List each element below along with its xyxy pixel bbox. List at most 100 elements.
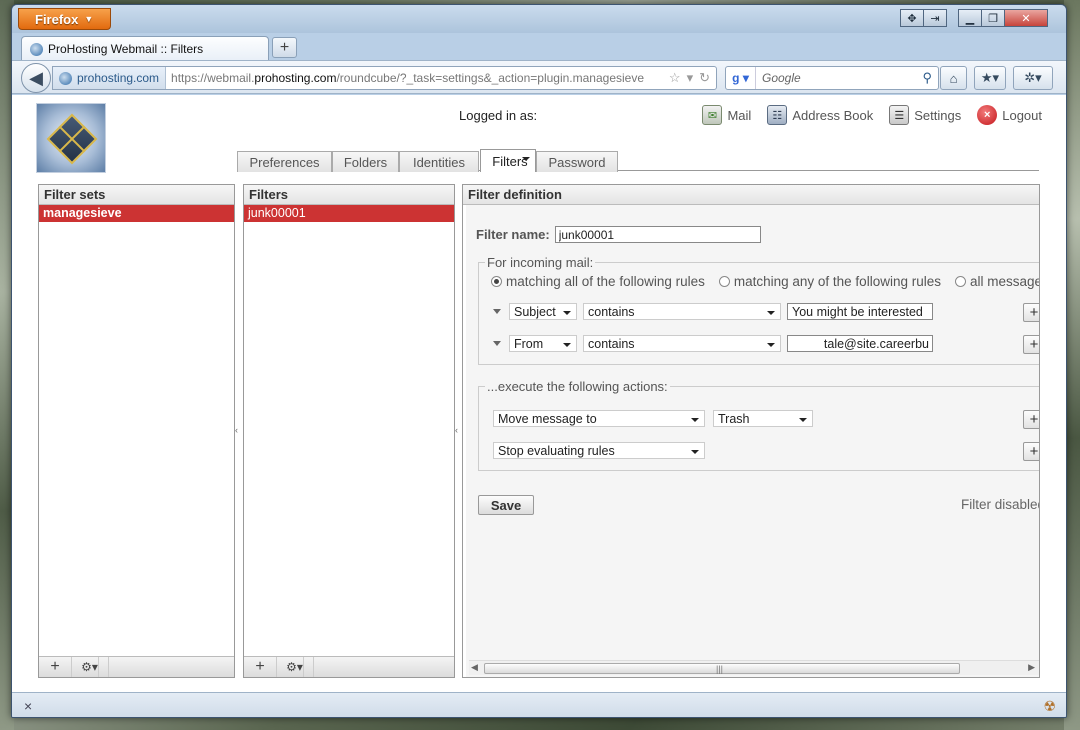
status-bar: × ☢ (12, 692, 1066, 717)
filters-title: Filters (244, 185, 454, 205)
url-text[interactable]: https://webmail.prohosting.com/roundcube… (166, 71, 663, 85)
search-placeholder: Google (762, 71, 801, 85)
browser-tab-active[interactable]: ProHosting Webmail :: Filters (21, 36, 269, 61)
tab-folders[interactable]: Folders (332, 151, 399, 172)
action-row: Move message to Trash (493, 410, 813, 427)
expand-rule-icon[interactable] (493, 341, 501, 346)
home-icon: ⌂ (949, 70, 958, 86)
match-all-radio[interactable]: matching all of the following rules (491, 274, 705, 289)
window-controls: ▁ ❐ ✕ (958, 9, 1048, 27)
filter-name-input[interactable] (554, 226, 761, 243)
actions-legend: ...execute the following actions: (487, 379, 668, 394)
tab-identities[interactable]: Identities (399, 151, 479, 172)
bookmarks-icon: ★▾ (980, 70, 1000, 85)
url-suffix: /roundcube/?_task=settings&_action=plugi… (336, 71, 645, 85)
add-action-button[interactable]: + (1023, 442, 1039, 461)
prohosting-logo (36, 103, 106, 173)
filter-set-actions-button[interactable]: ⚙▾ (72, 657, 109, 677)
tab-filters[interactable]: Filters (480, 149, 536, 172)
rule-header-select[interactable]: Subject (509, 303, 577, 320)
url-prefix: https://webmail. (171, 71, 255, 85)
rule-operator-select[interactable]: contains (583, 303, 781, 320)
add-action-button[interactable]: + (1023, 410, 1039, 429)
restore-tab-icon[interactable]: ⇥ (923, 9, 947, 27)
scrollbar-thumb[interactable]: ||| (484, 663, 960, 674)
nav-logout[interactable]: × Logout (977, 105, 1042, 125)
list-item[interactable]: managesieve (39, 205, 234, 222)
add-rule-button[interactable]: + (1023, 303, 1039, 322)
arrow-left-icon: ◀ (29, 67, 43, 88)
tab-preferences[interactable]: Preferences (237, 151, 332, 172)
all-messages-radio[interactable]: all messages (954, 274, 1039, 289)
splitter-handle[interactable]: ‹ (235, 425, 238, 435)
rule-value-input[interactable]: tale@site.careerbu (787, 335, 933, 352)
bookmarks-button[interactable]: ★▾ (974, 66, 1006, 90)
addon-button[interactable]: ✲▾ (1013, 66, 1053, 90)
close-addon-bar-icon[interactable]: × (24, 698, 32, 714)
action-select[interactable]: Stop evaluating rules (493, 442, 705, 459)
tab-strip: ProHosting Webmail :: Filters + (12, 33, 1066, 61)
incoming-mail-fieldset: For incoming mail: matching all of the f… (478, 255, 1039, 365)
close-window-button[interactable]: ✕ (1004, 9, 1048, 27)
rule-row: From contains tale@site.careerbu (493, 335, 933, 352)
favicon-icon (30, 42, 43, 56)
minimize-button[interactable]: ▁ (958, 9, 982, 27)
expand-rule-icon[interactable] (493, 309, 501, 314)
tab-password[interactable]: Password (536, 151, 618, 172)
filter-sets-panel: Filter sets managesieve + ⚙▾ (38, 184, 235, 678)
addon-status-icon[interactable]: ☢ (1043, 698, 1056, 715)
nav-settings[interactable]: ☰ Settings (889, 105, 961, 125)
target-folder-select[interactable]: Trash (713, 410, 813, 427)
title-bar: Firefox ▼ ✥ ⇥ ▁ ❐ ✕ (12, 5, 1066, 33)
new-tab-button[interactable]: + (272, 37, 297, 58)
move-window-icon[interactable]: ✥ (900, 9, 924, 27)
filter-name-label: Filter name: (476, 227, 550, 242)
rule-operator-select[interactable]: contains (583, 335, 781, 352)
horizontal-scrollbar[interactable]: ◀ ||| ▶ (469, 660, 1039, 675)
url-bar[interactable]: prohosting.com https://webmail.prohostin… (52, 66, 717, 90)
chevron-down-icon: ▼ (84, 14, 94, 24)
home-button[interactable]: ⌂ (940, 66, 967, 90)
match-all-label: matching all of the following rules (506, 274, 705, 289)
logout-icon: × (977, 105, 998, 125)
nav-address-book[interactable]: ☷ Address Book (767, 105, 873, 125)
gear-icon: ⚙▾ (81, 657, 99, 677)
window-extra-controls: ✥ ⇥ (900, 9, 947, 27)
back-button[interactable]: ◀ (21, 63, 51, 93)
history-dropdown-icon[interactable]: ▾ (687, 70, 694, 86)
incoming-mail-legend: For incoming mail: (487, 255, 594, 270)
action-select[interactable]: Move message to (493, 410, 705, 427)
bookmark-star-icon[interactable]: ☆ (669, 70, 681, 86)
filter-definition-panel: Filter definition Filter name: For incom… (462, 184, 1040, 678)
identity-domain: prohosting.com (77, 71, 160, 85)
radio-checked-icon (491, 276, 502, 287)
nav-mail[interactable]: ✉ Mail (702, 105, 751, 125)
globe-icon (59, 71, 72, 85)
navigation-toolbar: ◀ prohosting.com https://webmail.prohost… (12, 60, 1066, 94)
site-identity-button[interactable]: prohosting.com (53, 67, 167, 89)
rule-header-select[interactable]: From (509, 335, 577, 352)
plus-icon: + (279, 38, 290, 56)
save-button[interactable]: Save (478, 495, 534, 515)
filter-disabled-label[interactable]: Filter disabled (961, 497, 1039, 512)
filter-sets-title: Filter sets (39, 185, 234, 205)
rule-value-input[interactable]: You might be interested (787, 303, 933, 320)
add-rule-button[interactable]: + (1023, 335, 1039, 354)
scroll-left-icon[interactable]: ◀ (471, 662, 478, 673)
filter-actions-button[interactable]: ⚙▾ (277, 657, 314, 677)
reload-icon[interactable]: ↻ (699, 70, 710, 86)
search-icon[interactable]: ⚲ (922, 70, 938, 86)
firefox-menu-button[interactable]: Firefox ▼ (18, 8, 111, 30)
google-engine-icon[interactable]: g ▾ (726, 67, 756, 89)
add-filter-set-button[interactable]: + (39, 657, 72, 677)
settings-tabs: Preferences Folders Identities Filters P… (237, 147, 1039, 172)
nav-settings-label: Settings (914, 107, 962, 123)
match-any-radio[interactable]: matching any of the following rules (718, 274, 941, 289)
add-filter-button[interactable]: + (244, 657, 277, 677)
maximize-button[interactable]: ❐ (981, 9, 1005, 27)
scroll-right-icon[interactable]: ▶ (1028, 662, 1035, 673)
splitter-handle[interactable]: ‹ (455, 425, 458, 435)
top-navigation: ✉ Mail ☷ Address Book ☰ Settings × Logou… (702, 105, 1042, 125)
list-item[interactable]: junk00001 (244, 205, 454, 222)
search-bar[interactable]: g ▾ Google ⚲ (725, 66, 939, 90)
